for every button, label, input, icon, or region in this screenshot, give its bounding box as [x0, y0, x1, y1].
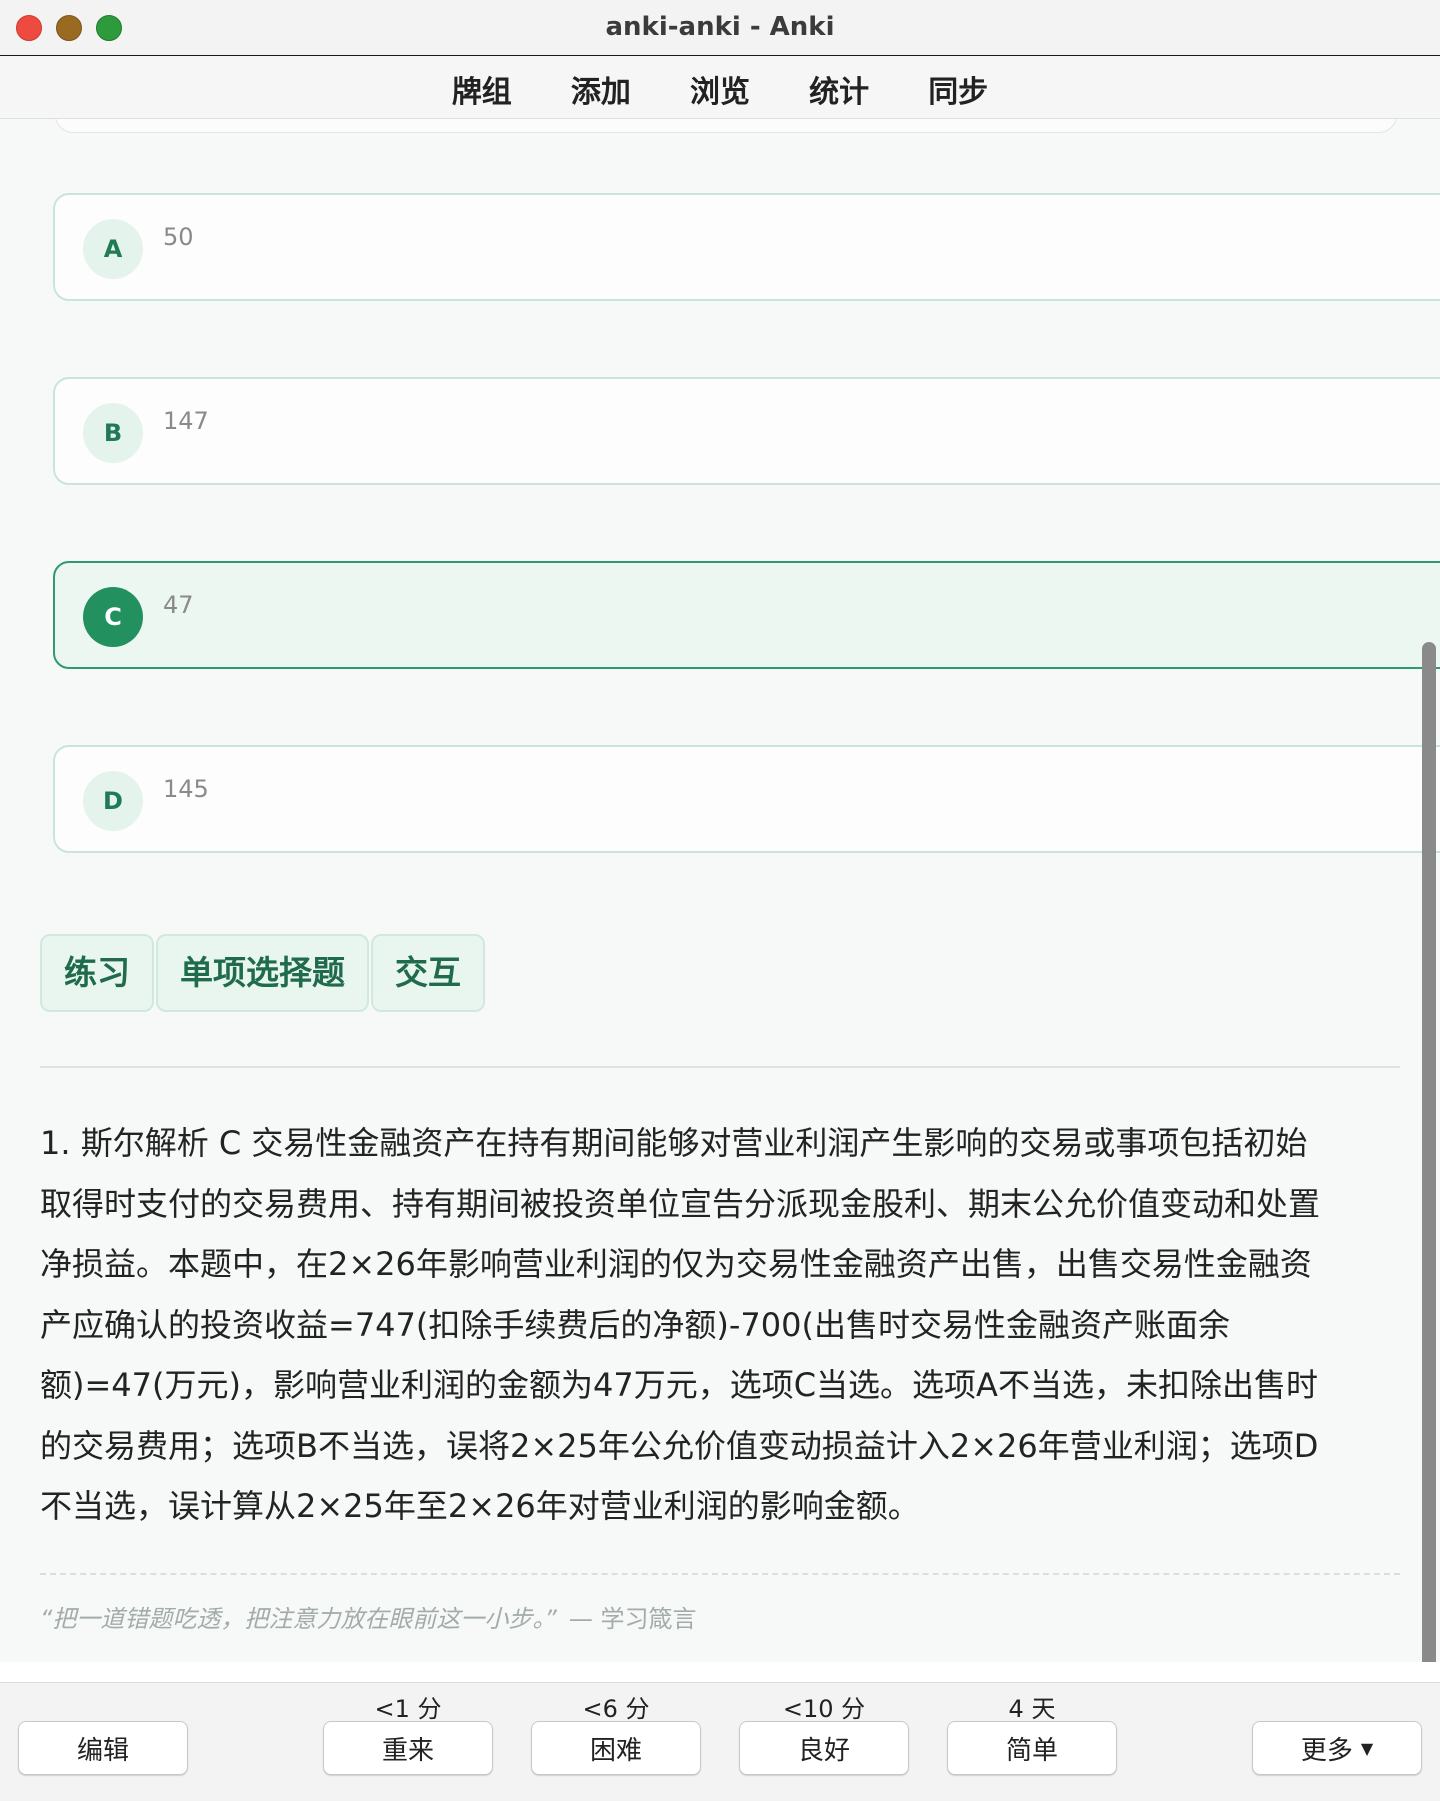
- motivational-quote: “把一道错题吃透，把注意力放在眼前这一小步。” — 学习箴言: [40, 1599, 697, 1634]
- option-letter-badge: C: [83, 587, 143, 647]
- question-card-edge: [55, 119, 1397, 133]
- option-letter-badge: B: [83, 403, 143, 463]
- quote-text: “把一道错题吃透，把注意力放在眼前这一小步。”: [40, 1605, 557, 1633]
- toolbar-add[interactable]: 添加: [571, 67, 631, 111]
- explanation-line: 1. 斯尔解析 C 交易性金融资产在持有期间能够对营业利润产生影响的交易或事项包…: [40, 1124, 1308, 1162]
- quote-source: — 学习箴言: [568, 1605, 697, 1633]
- option-text: 50: [163, 223, 194, 251]
- tag-list: 练习 单项选择题 交互: [40, 934, 487, 1012]
- option-c[interactable]: C 47: [53, 561, 1440, 669]
- more-button[interactable]: 更多 ▼: [1252, 1721, 1422, 1775]
- explanation-line: 产应确认的投资收益=747(扣除手续费后的净额)-700(出售时交易性金融资产账…: [40, 1305, 1230, 1344]
- interval-good: <10 分: [782, 1695, 866, 1723]
- more-button-label: 更多: [1300, 1735, 1353, 1766]
- option-b[interactable]: B 147: [53, 377, 1440, 485]
- title-bar: anki-anki - Anki: [0, 0, 1440, 56]
- again-button[interactable]: 重来: [323, 1721, 493, 1775]
- option-letter-badge: A: [83, 219, 143, 279]
- explanation-line: 的交易费用；选项B不当选，误将2×25年公允价值变动损益计入2×26年营业利润；…: [40, 1426, 1319, 1465]
- vertical-scrollbar[interactable]: [1422, 642, 1436, 1662]
- toolbar-stats[interactable]: 统计: [809, 67, 869, 111]
- section-divider: [40, 1066, 1400, 1068]
- option-a[interactable]: A 50: [53, 193, 1440, 301]
- good-button[interactable]: 良好: [739, 1721, 909, 1775]
- quote-divider: [40, 1573, 1400, 1575]
- window-title: anki-anki - Anki: [605, 12, 835, 42]
- interval-easy: 4 天: [1008, 1695, 1056, 1723]
- explanation-line: 净损益。本题中，在2×26年影响营业利润的仅为交易性金融资产出售，出售交易性金融…: [40, 1245, 1312, 1283]
- explanation-text: 1. 斯尔解析 C 交易性金融资产在持有期间能够对营业利润产生影响的交易或事项包…: [40, 1113, 1410, 1537]
- option-text: 147: [163, 407, 209, 435]
- card-content: A 50 B 147 C 47 D 145 练习 单项选择题 交互 1. 斯尔解…: [0, 119, 1440, 1662]
- option-d[interactable]: D 145: [53, 745, 1440, 853]
- caret-down-icon: ▼: [1360, 1738, 1374, 1758]
- hard-button[interactable]: 困难: [531, 1721, 701, 1775]
- tag-interactive: 交互: [371, 934, 485, 1012]
- option-letter-badge: D: [83, 771, 143, 831]
- explanation-line: 不当选，误计算从2×25年至2×26年对营业利润的影响金额。: [40, 1487, 920, 1525]
- interval-again: <1 分: [374, 1695, 442, 1723]
- main-toolbar: 牌组 添加 浏览 统计 同步: [0, 56, 1440, 119]
- toolbar-decks[interactable]: 牌组: [452, 67, 512, 111]
- edit-button[interactable]: 编辑: [18, 1721, 188, 1775]
- explanation-line: 额)=47(万元)，影响营业利润的金额为47万元，选项C当选。选项A不当选，未扣…: [40, 1366, 1318, 1404]
- option-text: 47: [163, 591, 194, 619]
- interval-hard: <6 分: [582, 1695, 650, 1723]
- explanation-line: 取得时支付的交易费用、持有期间被投资单位宣告分派现金股利、期末公允价值变动和处置: [40, 1184, 1321, 1223]
- tag-practice: 练习: [40, 934, 154, 1012]
- answer-bar: 编辑 <1 分 重来 <6 分 困难 <10 分 良好 4 天 简单 更多 ▼: [0, 1682, 1440, 1801]
- toolbar-sync[interactable]: 同步: [928, 67, 988, 111]
- option-text: 145: [163, 775, 209, 803]
- easy-button[interactable]: 简单: [947, 1721, 1117, 1775]
- toolbar-browse[interactable]: 浏览: [690, 67, 750, 111]
- tag-single-choice: 单项选择题: [156, 934, 369, 1012]
